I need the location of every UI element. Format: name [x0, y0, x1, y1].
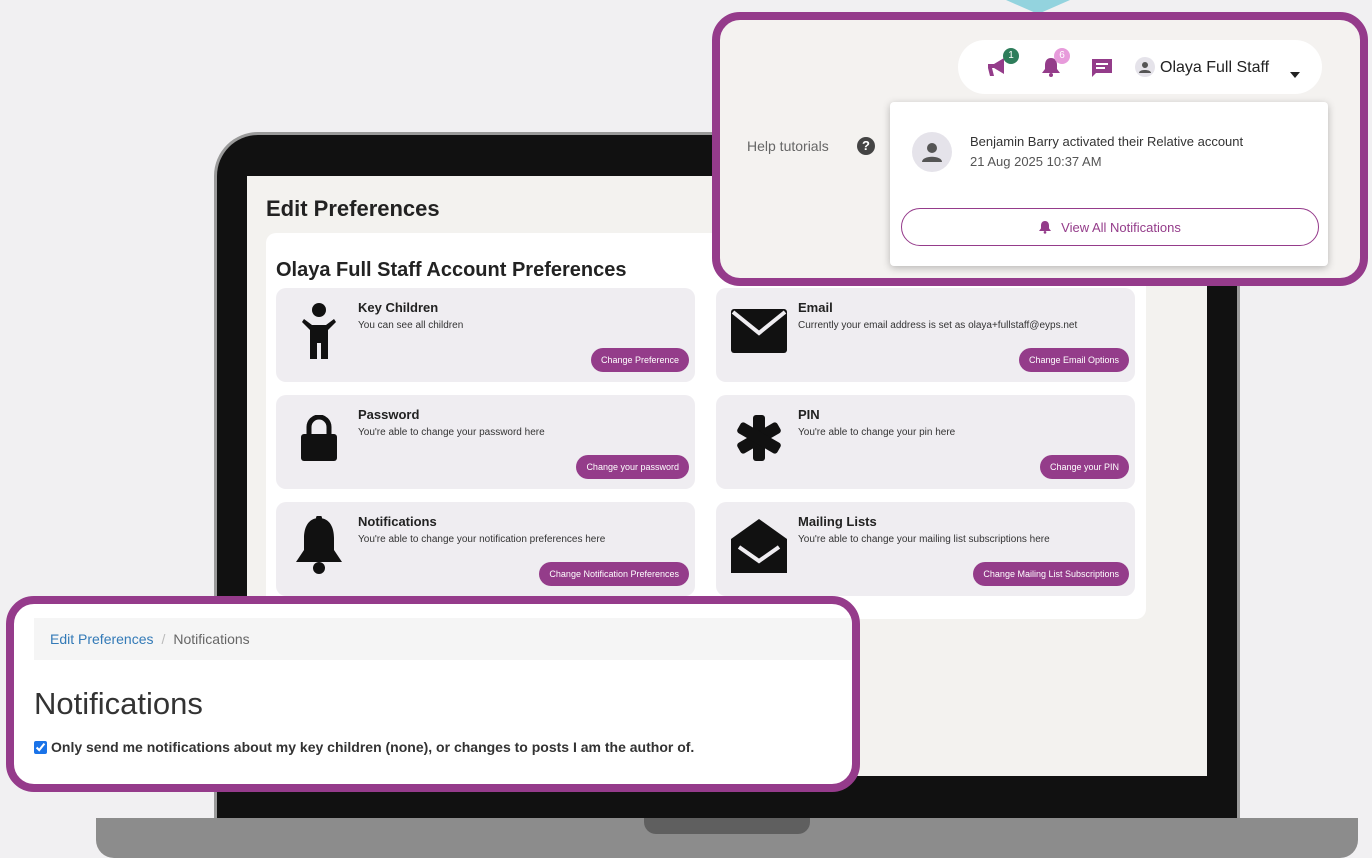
change-notification-preferences-button[interactable]: Change Notification Preferences [539, 562, 689, 586]
page-title: Edit Preferences [266, 196, 440, 221]
change-mailing-list-subscriptions-button[interactable]: Change Mailing List Subscriptions [973, 562, 1129, 586]
pref-description: You're able to change your password here [358, 427, 545, 438]
key-children-notification-option: Only send me notifications about my key … [34, 739, 694, 755]
change-preference-button[interactable]: Change Preference [590, 348, 689, 372]
pref-item-notifications: Notifications You're able to change your… [276, 502, 695, 596]
child-icon [288, 300, 350, 362]
view-all-notifications-button[interactable]: View All Notifications [901, 208, 1319, 246]
laptop-notch [644, 818, 810, 834]
pref-item-key-children: Key Children You can see all children Ch… [276, 288, 695, 382]
pref-title: Notifications [358, 514, 437, 529]
user-avatar-icon [912, 132, 952, 172]
envelope-icon [728, 300, 790, 362]
notification-timestamp: 21 Aug 2025 10:37 AM [970, 154, 1102, 169]
chevron-down-icon[interactable] [1290, 65, 1300, 83]
help-tutorials-label[interactable]: Help tutorials [747, 138, 829, 154]
chat-icon[interactable] [1092, 59, 1112, 82]
pref-title: Key Children [358, 300, 439, 315]
notifications-page-title: Notifications [34, 686, 203, 721]
asterisk-icon [728, 407, 790, 469]
change-email-options-button[interactable]: Change Email Options [1018, 348, 1129, 372]
help-icon[interactable]: ? [857, 137, 875, 155]
breadcrumb: Edit Preferences / Notifications [34, 618, 852, 660]
pref-item-mailing-lists: Mailing Lists You're able to change your… [716, 502, 1135, 596]
pref-description: You can see all children [358, 320, 464, 331]
notifications-badge: 6 [1054, 48, 1070, 64]
preferences-card: Olaya Full Staff Account Preferences Key… [266, 233, 1146, 619]
top-nav-bar: 1 6 Olaya Full Staff [958, 40, 1322, 94]
user-avatar-icon[interactable] [1135, 57, 1155, 77]
pref-description: You're able to change your notification … [358, 534, 606, 545]
notification-callout: 1 6 Olaya Full Staff Help tutorials ? Be… [712, 12, 1368, 286]
pref-item-password: Password You're able to change your pass… [276, 395, 695, 489]
open-envelope-icon [728, 514, 790, 576]
change-password-button[interactable]: Change your password [576, 455, 689, 479]
bell-icon [1039, 221, 1052, 234]
account-preferences-heading: Olaya Full Staff Account Preferences [276, 259, 627, 281]
announcements-badge: 1 [1003, 48, 1019, 64]
breadcrumb-edit-preferences[interactable]: Edit Preferences [50, 631, 154, 647]
pref-title: Password [358, 407, 420, 422]
notifications-page-callout: Edit Preferences / Notifications Notific… [6, 596, 860, 792]
pref-description: You're able to change your pin here [798, 427, 956, 438]
bell-icon [288, 514, 350, 576]
key-children-only-checkbox[interactable] [34, 740, 47, 754]
pref-item-pin: PIN You're able to change your pin here … [716, 395, 1135, 489]
pref-description: Currently your email address is set as o… [798, 320, 1078, 331]
pref-title: Mailing Lists [798, 514, 877, 529]
change-pin-button[interactable]: Change your PIN [1039, 455, 1129, 479]
lock-icon [288, 407, 350, 469]
user-menu-name[interactable]: Olaya Full Staff [1160, 59, 1269, 77]
pref-title: Email [798, 300, 833, 315]
notification-dropdown: Benjamin Barry activated their Relative … [890, 102, 1328, 266]
checkbox-label: Only send me notifications about my key … [51, 739, 695, 755]
pref-description: You're able to change your mailing list … [798, 534, 1050, 545]
breadcrumb-current: Notifications [173, 631, 250, 647]
breadcrumb-separator: / [161, 631, 166, 647]
pref-title: PIN [798, 407, 820, 422]
view-all-notifications-label: View All Notifications [1061, 219, 1181, 235]
notification-message[interactable]: Benjamin Barry activated their Relative … [970, 134, 1243, 149]
pref-item-email: Email Currently your email address is se… [716, 288, 1135, 382]
